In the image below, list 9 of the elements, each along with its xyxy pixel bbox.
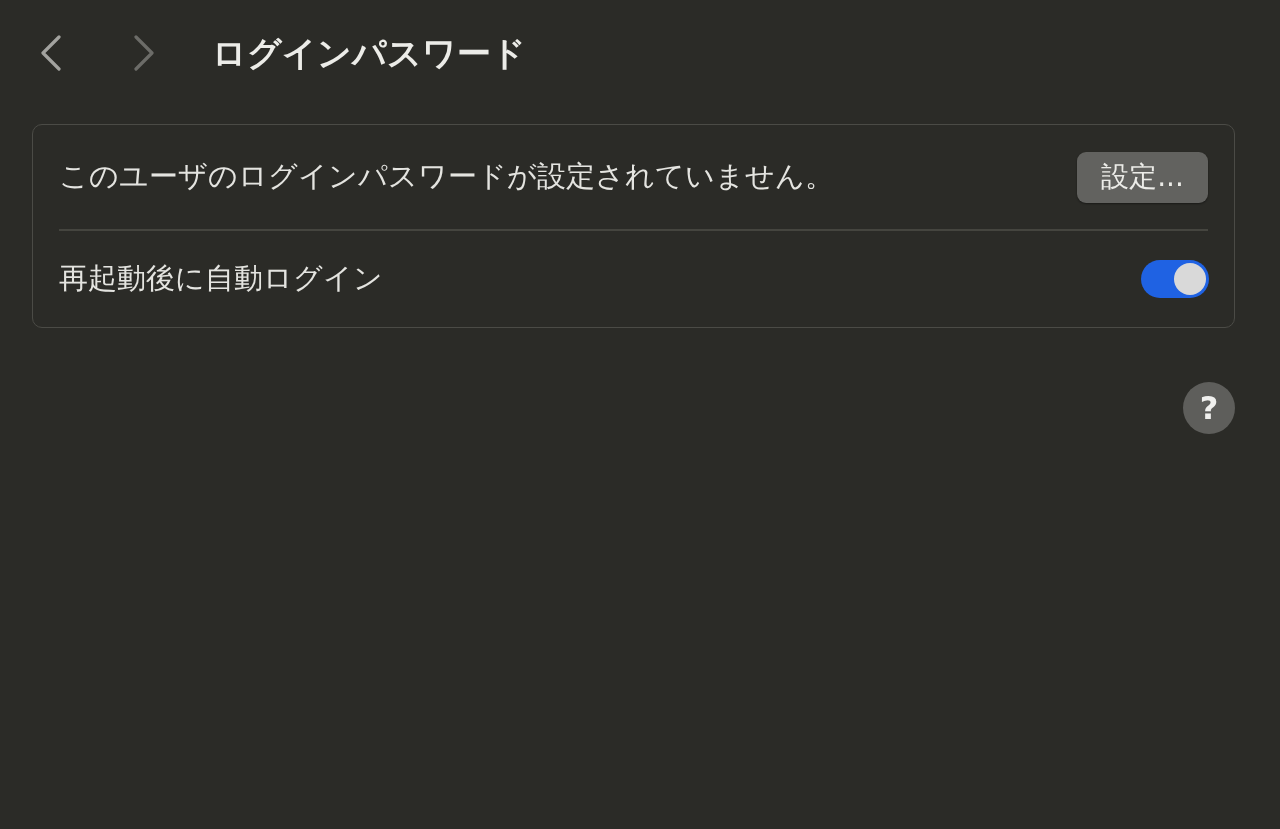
page-title: ログインパスワード <box>212 32 526 74</box>
set-button[interactable]: 設定... <box>1077 151 1208 203</box>
help-button[interactable]: ? <box>1183 381 1235 434</box>
toggle-switch[interactable] <box>1141 259 1209 298</box>
back-button[interactable] <box>40 35 62 71</box>
chevron-right-icon <box>133 35 155 71</box>
setting-label: 再起動後に自動ログイン <box>59 259 383 297</box>
chevron-left-icon <box>40 35 62 71</box>
setting-label: このユーザのログインパスワードが設定されていません。 <box>59 158 834 195</box>
